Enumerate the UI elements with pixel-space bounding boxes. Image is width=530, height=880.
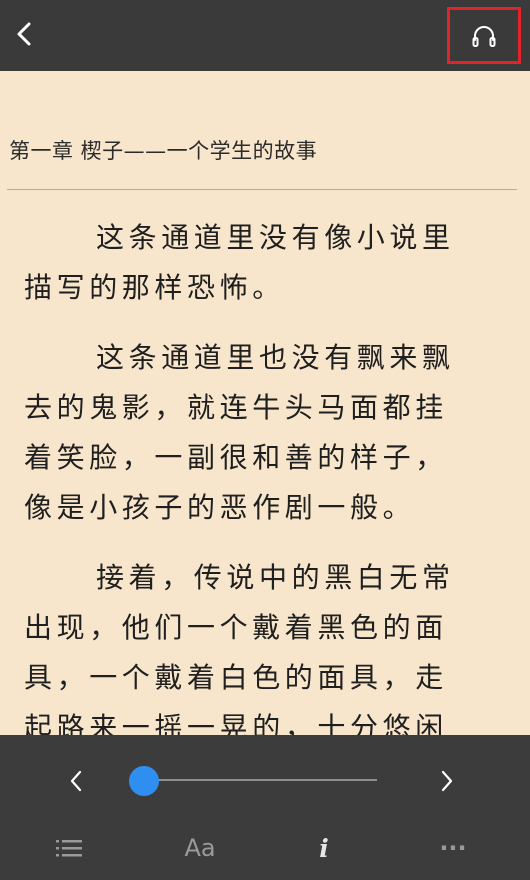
book-info-button[interactable]: i <box>312 830 336 866</box>
title-divider <box>7 189 517 190</box>
chevron-left-icon <box>70 770 82 792</box>
next-chapter-button[interactable] <box>432 766 462 796</box>
chapter-title: 第一章 楔子——一个学生的故事 <box>9 139 318 163</box>
listen-audio-button[interactable] <box>447 7 521 64</box>
paragraph: 这条通道里没有像小说里描写的那样恐怖。 <box>24 221 455 304</box>
previous-chapter-button[interactable] <box>61 766 91 796</box>
more-options-button[interactable]: ··· <box>436 830 470 866</box>
progress-slider-track[interactable] <box>144 779 377 781</box>
paragraph: 这条通道里也没有飘来飘去的鬼影，就连牛头马面都挂着笑脸，一副很和善的样子，像是小… <box>24 341 455 524</box>
list-icon <box>56 840 82 857</box>
table-of-contents-button[interactable] <box>52 830 86 866</box>
bottom-toolbar: Aa i ··· <box>0 735 530 880</box>
back-button[interactable] <box>10 18 38 50</box>
progress-slider-thumb[interactable] <box>129 766 159 796</box>
top-bar <box>0 0 530 71</box>
headphones-icon <box>472 25 496 47</box>
paragraph: 接着，传说中的黑白无常出现，他们一个戴着黑色的面具，一个戴着白色的面具，走起路来… <box>24 561 455 735</box>
reading-area[interactable]: 第一章 楔子——一个学生的故事 这条通道里没有像小说里描写的那样恐怖。 这条通道… <box>0 71 530 735</box>
font-settings-button[interactable]: Aa <box>180 830 220 866</box>
chevron-left-icon <box>17 22 31 46</box>
chevron-right-icon <box>441 770 453 792</box>
